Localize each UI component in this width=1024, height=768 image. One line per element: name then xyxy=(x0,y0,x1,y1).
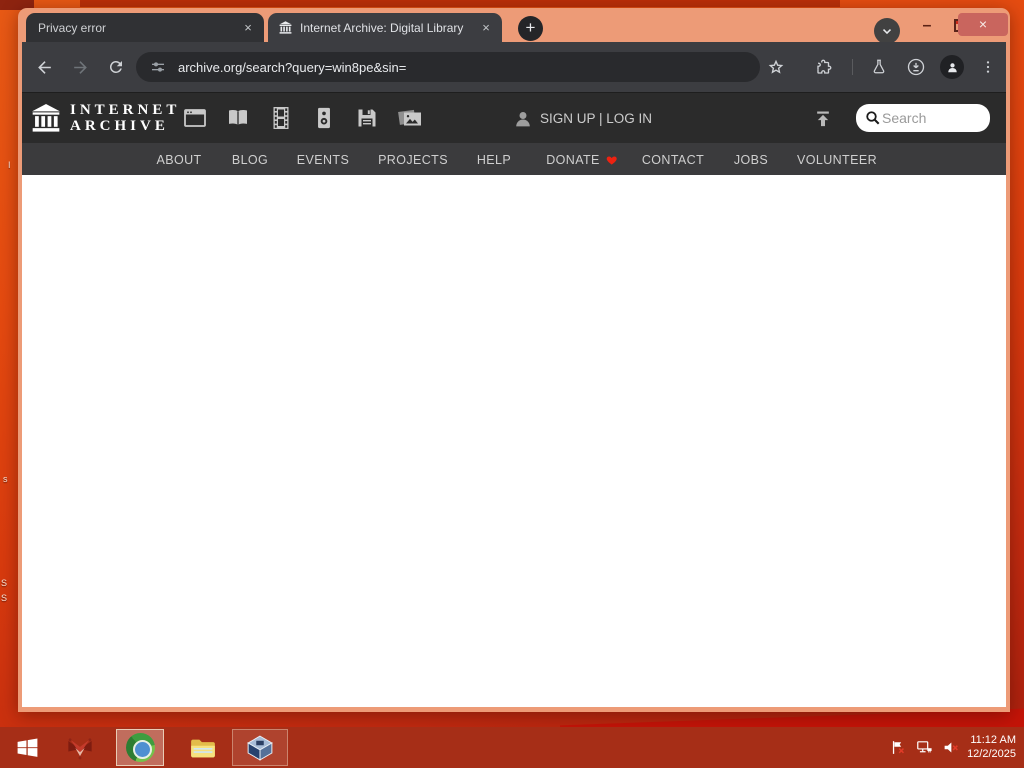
taskbar-clock[interactable]: 11:12 AM 12/2/2025 xyxy=(967,733,1016,761)
action-center-flag-icon[interactable] xyxy=(890,739,907,756)
tab-title: Internet Archive: Digital Library xyxy=(300,20,464,35)
back-button[interactable] xyxy=(32,55,56,79)
close-window-button[interactable]: × xyxy=(958,13,1008,36)
upload-button[interactable] xyxy=(810,106,836,132)
file-explorer-icon xyxy=(191,739,215,757)
chevron-down-icon xyxy=(882,29,892,35)
nav-item-help[interactable]: HELP xyxy=(477,153,511,167)
volume-muted-icon[interactable] xyxy=(942,739,960,756)
archive-nav: ABOUT BLOG EVENTS PROJECTS HELP DONATE C… xyxy=(22,143,1006,175)
desktop-background: I s S S Privacy error × Internet Archive… xyxy=(0,0,1024,768)
archive-favicon-icon xyxy=(278,20,293,35)
minimize-button[interactable]: – xyxy=(915,16,939,38)
archive-building-icon xyxy=(32,104,60,132)
address-bar[interactable]: archive.org/search?query=win8pe&sin= xyxy=(136,52,760,82)
toolbar-divider xyxy=(852,59,853,75)
clock-date: 12/2/2025 xyxy=(967,748,1016,760)
nav-item-projects[interactable]: PROJECTS xyxy=(378,153,448,167)
menu-button[interactable] xyxy=(976,55,1000,79)
profile-button[interactable] xyxy=(940,55,964,79)
virtualbox-icon xyxy=(247,735,273,761)
new-tab-button[interactable]: + xyxy=(518,16,543,41)
archive-logo[interactable]: INTERNET ARCHIVE xyxy=(30,102,180,134)
images-icon[interactable] xyxy=(395,103,425,133)
nav-item-blog[interactable]: BLOG xyxy=(232,153,268,167)
desktop-icon-label-fragment: S xyxy=(1,593,8,603)
nav-item-volunteer[interactable]: VOLUNTEER xyxy=(797,153,877,167)
url-text[interactable]: archive.org/search?query=win8pe&sin= xyxy=(178,60,406,75)
star-icon xyxy=(768,59,784,74)
taskbar-virtualbox-button[interactable] xyxy=(232,729,288,766)
back-arrow-icon xyxy=(37,60,51,74)
nav-item-donate[interactable]: DONATE xyxy=(546,153,618,167)
account-area: SIGN UP | LOG IN xyxy=(512,93,652,144)
person-icon xyxy=(516,111,530,126)
upload-icon xyxy=(817,111,829,127)
browser-window: Privacy error × Internet Archive: Digita… xyxy=(18,8,1010,712)
taskbar-chrome-button[interactable] xyxy=(116,729,164,766)
nav-item-events[interactable]: EVENTS xyxy=(297,153,349,167)
donate-label: DONATE xyxy=(546,153,600,167)
signup-login-link[interactable]: SIGN UP | LOG IN xyxy=(540,111,652,126)
software-icon[interactable] xyxy=(352,103,382,133)
desktop-icon-label-fragment: S xyxy=(1,578,8,588)
start-button[interactable] xyxy=(6,727,48,768)
desktop-icon-label-fragment: s xyxy=(3,474,8,484)
reload-icon xyxy=(109,60,122,73)
extensions-button[interactable] xyxy=(812,55,836,79)
system-tray xyxy=(890,727,960,768)
media-type-menu xyxy=(180,103,425,133)
tab-privacy-error[interactable]: Privacy error × xyxy=(26,13,264,42)
chrome-icon xyxy=(125,733,155,762)
beaker-icon xyxy=(873,59,885,74)
nav-item-about[interactable]: ABOUT xyxy=(156,153,201,167)
tab-title: Privacy error xyxy=(38,20,107,35)
downloads-button[interactable] xyxy=(904,55,928,79)
nav-item-contact[interactable]: CONTACT xyxy=(642,153,704,167)
reload-button[interactable] xyxy=(104,55,128,79)
windows-taskbar: 11:12 AM 12/2/2025 xyxy=(0,727,1024,768)
tab-strip: Privacy error × Internet Archive: Digita… xyxy=(18,8,1010,44)
texts-icon[interactable] xyxy=(223,103,253,133)
kebab-menu-icon xyxy=(986,61,990,73)
taskbar-explorer-button[interactable] xyxy=(180,727,226,768)
wallpaper-shape xyxy=(80,0,840,7)
windows-logo-icon xyxy=(17,738,37,757)
search-icon xyxy=(866,111,880,125)
clock-time: 11:12 AM xyxy=(970,734,1016,746)
search-results-area xyxy=(22,175,1006,707)
site-search[interactable] xyxy=(856,104,990,132)
bookmark-star-button[interactable] xyxy=(764,55,788,79)
puzzle-icon xyxy=(817,59,832,74)
tab-search-button[interactable] xyxy=(874,18,900,44)
download-icon xyxy=(907,58,925,76)
search-input[interactable] xyxy=(882,110,978,126)
browser-toolbar: archive.org/search?query=win8pe&sin= xyxy=(22,42,1006,92)
forward-button[interactable] xyxy=(68,55,92,79)
taskbar-app-red[interactable] xyxy=(58,727,102,768)
desktop-icon-label-fragment: I xyxy=(8,160,11,170)
nav-item-jobs[interactable]: JOBS xyxy=(734,153,768,167)
network-icon[interactable] xyxy=(915,739,934,756)
page-content: INTERNET ARCHIVE SIGN UP | LOG IN Search… xyxy=(22,92,1006,707)
tab-close-icon[interactable]: × xyxy=(240,20,256,36)
tab-close-icon[interactable]: × xyxy=(478,20,494,36)
tab-internet-archive[interactable]: Internet Archive: Digital Library × xyxy=(268,13,502,42)
audio-icon[interactable] xyxy=(309,103,339,133)
archive-logo-text: INTERNET ARCHIVE xyxy=(70,102,181,134)
video-icon[interactable] xyxy=(266,103,296,133)
archive-header: INTERNET ARCHIVE SIGN UP | LOG IN Search xyxy=(22,92,1006,143)
red-app-icon xyxy=(68,737,92,759)
heart-icon xyxy=(606,156,617,165)
web-icon[interactable] xyxy=(180,103,210,133)
person-icon xyxy=(947,62,957,72)
experiments-button[interactable] xyxy=(867,55,891,79)
forward-arrow-icon xyxy=(73,60,87,74)
site-settings-icon[interactable] xyxy=(146,55,170,79)
